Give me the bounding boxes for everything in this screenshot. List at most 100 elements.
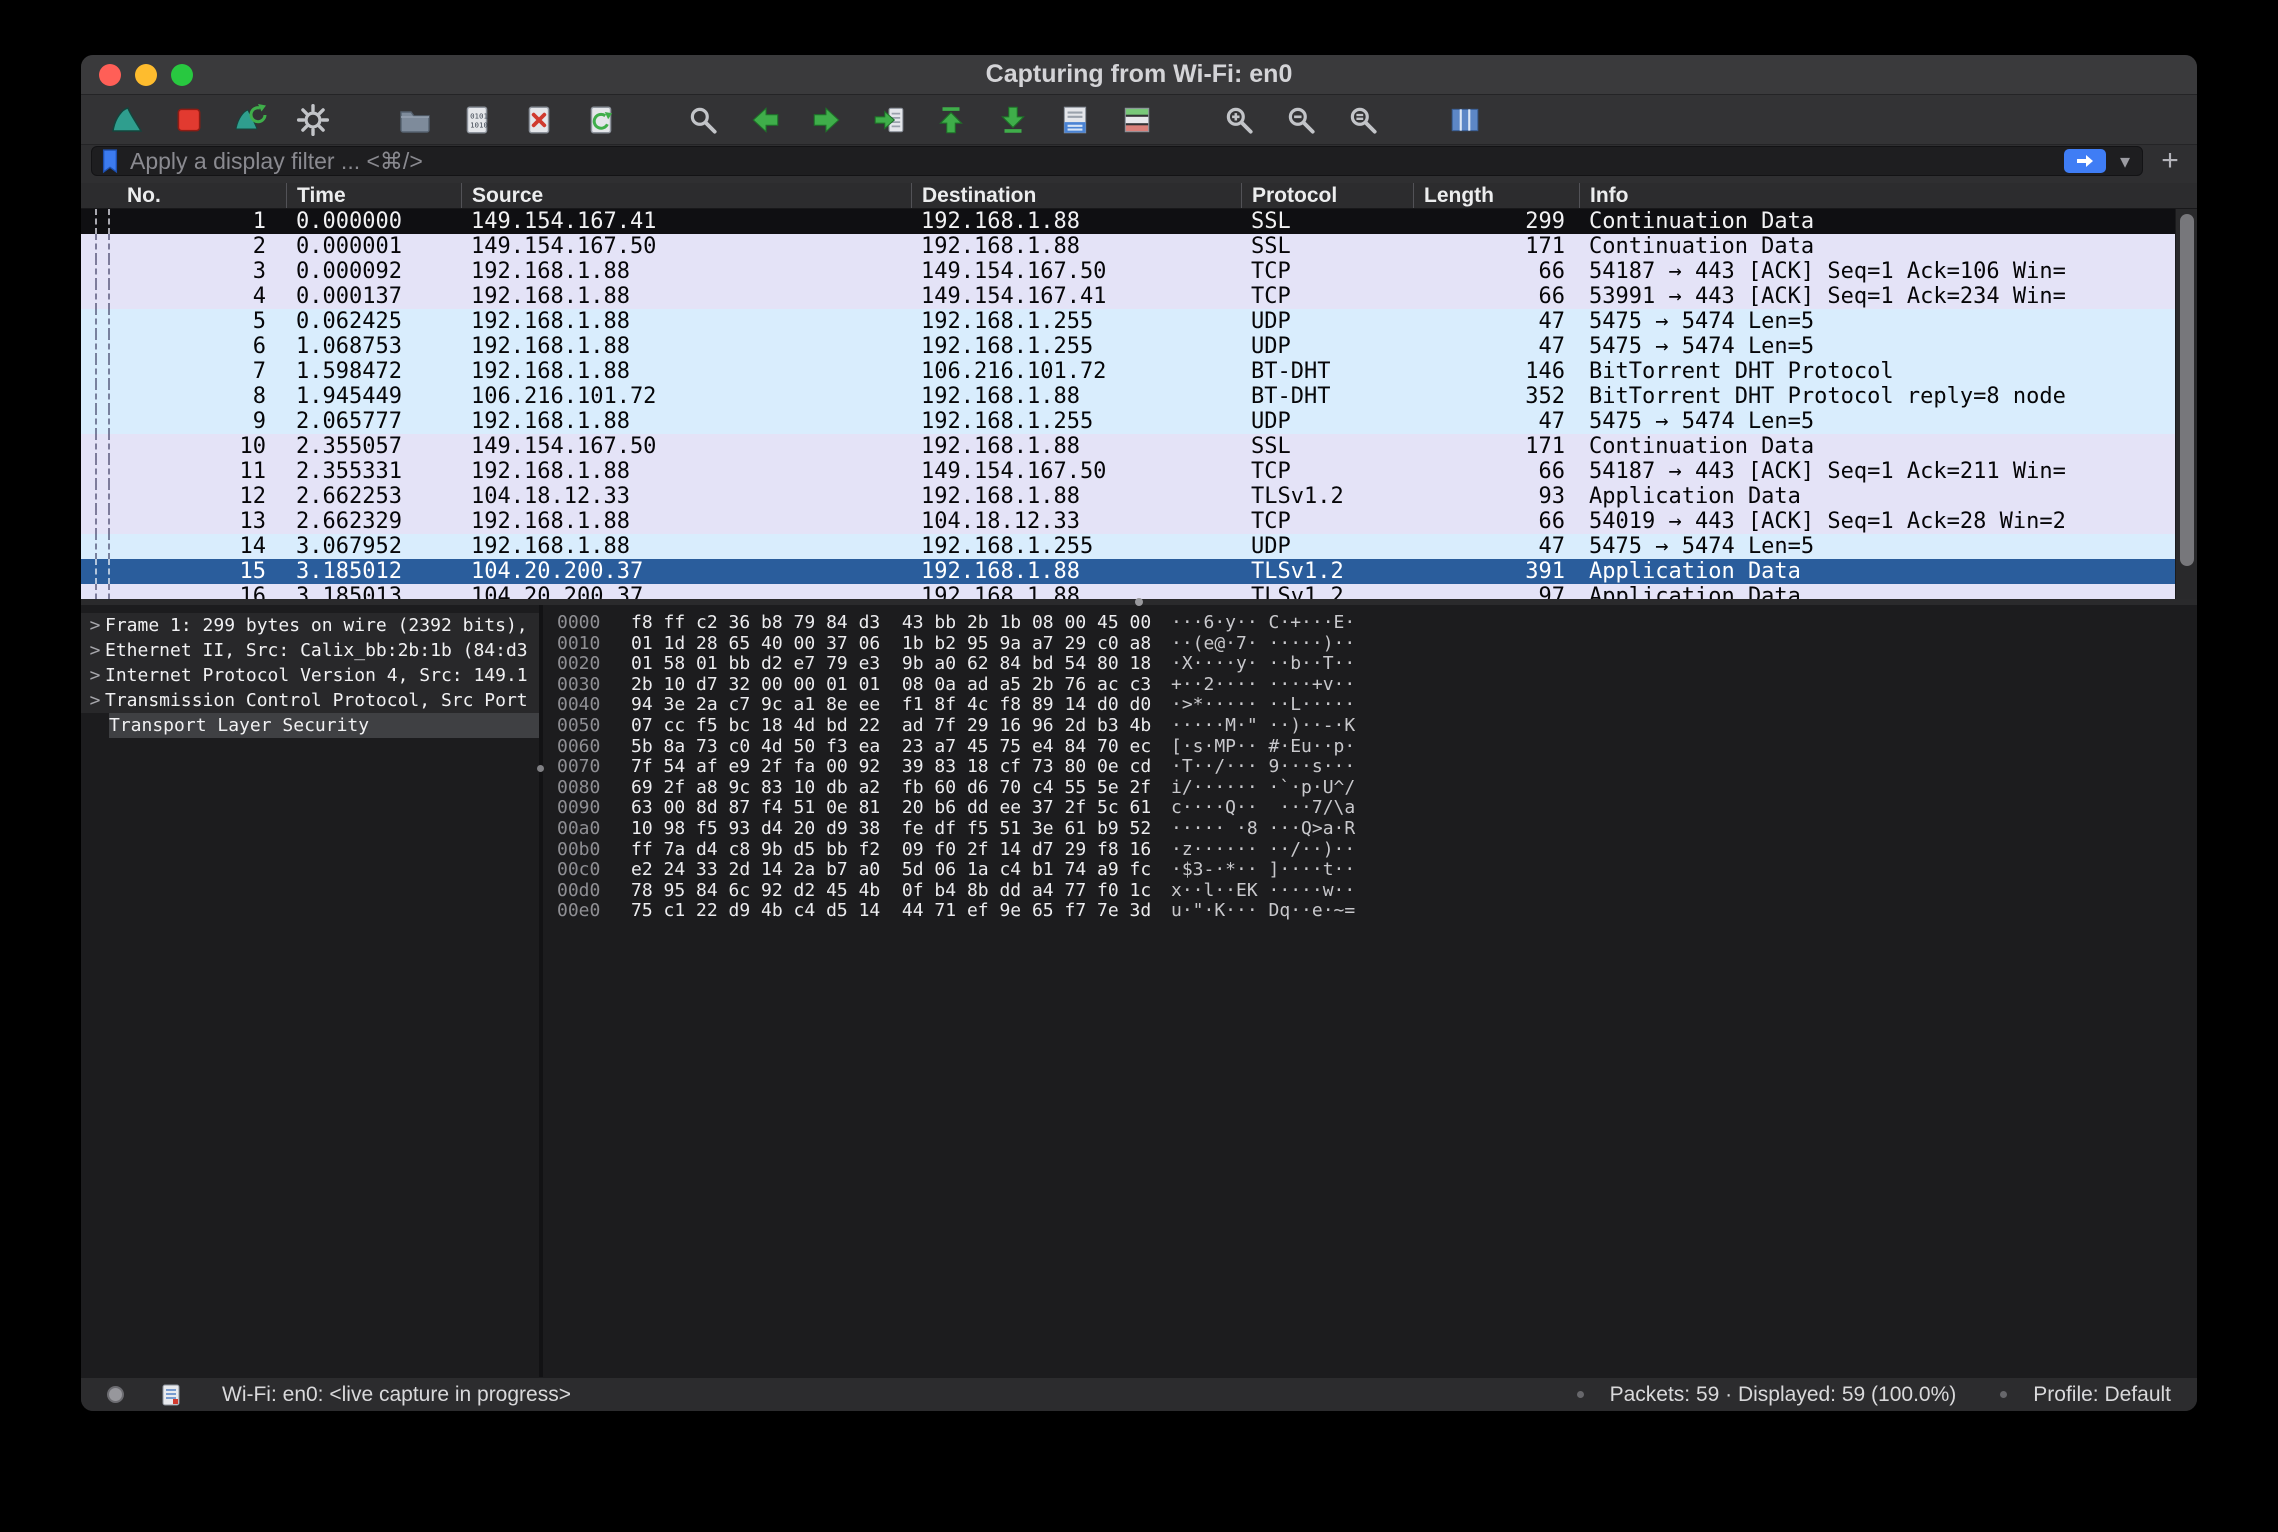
packet-row[interactable]: 1 0.000000 149.154.167.41 192.168.1.88 S… bbox=[81, 209, 2197, 234]
open-file-button[interactable] bbox=[391, 98, 439, 142]
column-header-info[interactable]: Info bbox=[1579, 183, 2197, 208]
reload-file-button[interactable] bbox=[577, 98, 625, 142]
hex-row[interactable]: 0070 7f 54 af e9 2f fa 00 92 39 83 18 cf… bbox=[557, 757, 2197, 778]
splitter-grip[interactable] bbox=[537, 765, 544, 772]
scrollbar-thumb[interactable] bbox=[2180, 214, 2194, 566]
apply-filter-button[interactable] bbox=[2064, 149, 2106, 173]
packet-row[interactable]: 13 2.662329 192.168.1.88 104.18.12.33 TC… bbox=[81, 509, 2197, 534]
zoom-in-button[interactable] bbox=[1215, 98, 1263, 142]
packet-time: 2.355331 bbox=[286, 459, 461, 484]
close-window-button[interactable] bbox=[99, 64, 121, 86]
hex-row[interactable]: 00a0 10 98 f5 93 d4 20 d9 38 fe df f5 51… bbox=[557, 819, 2197, 840]
go-back-button[interactable] bbox=[741, 98, 789, 142]
column-header-no[interactable]: No. bbox=[81, 183, 286, 208]
column-header-destination[interactable]: Destination bbox=[911, 183, 1241, 208]
expander-icon[interactable]: > bbox=[81, 663, 105, 688]
pane-splitter-vertical[interactable] bbox=[539, 605, 543, 1377]
zoom-reset-button[interactable] bbox=[1339, 98, 1387, 142]
packet-row[interactable]: 10 2.355057 149.154.167.50 192.168.1.88 … bbox=[81, 434, 2197, 459]
packet-time: 3.185012 bbox=[286, 559, 461, 584]
hex-row[interactable]: 0090 63 00 8d 87 f4 51 0e 81 20 b6 dd ee… bbox=[557, 798, 2197, 819]
hex-row[interactable]: 00c0 e2 24 33 2d 14 2a b7 a0 5d 06 1a c4… bbox=[557, 860, 2197, 881]
go-last-packet-button[interactable] bbox=[989, 98, 1037, 142]
column-header-length[interactable]: Length bbox=[1413, 183, 1579, 208]
packet-row[interactable]: 7 1.598472 192.168.1.88 106.216.101.72 B… bbox=[81, 359, 2197, 384]
column-header-source[interactable]: Source bbox=[461, 183, 911, 208]
hex-row[interactable]: 0060 5b 8a 73 c0 4d 50 f3 ea 23 a7 45 75… bbox=[557, 737, 2197, 758]
stop-capture-button[interactable] bbox=[165, 98, 213, 142]
titlebar[interactable]: Capturing from Wi-Fi: en0 bbox=[81, 55, 2197, 95]
minimize-window-button[interactable] bbox=[135, 64, 157, 86]
packet-list-scrollbar[interactable] bbox=[2175, 209, 2197, 599]
packet-row[interactable]: 8 1.945449 106.216.101.72 192.168.1.88 B… bbox=[81, 384, 2197, 409]
hex-bytes: f8 ff c2 36 b8 79 84 d3 43 bb 2b 1b 08 0… bbox=[631, 613, 1171, 634]
packet-row[interactable]: 2 0.000001 149.154.167.50 192.168.1.88 S… bbox=[81, 234, 2197, 259]
expander-icon[interactable]: > bbox=[81, 613, 105, 638]
go-forward-button[interactable] bbox=[803, 98, 851, 142]
hex-bytes: 63 00 8d 87 f4 51 0e 81 20 b6 dd ee 37 2… bbox=[631, 798, 1171, 819]
start-capture-button[interactable] bbox=[103, 98, 151, 142]
restart-capture-button[interactable] bbox=[227, 98, 275, 142]
packet-row[interactable]: 4 0.000137 192.168.1.88 149.154.167.41 T… bbox=[81, 284, 2197, 309]
colorize-packets-button[interactable] bbox=[1113, 98, 1161, 142]
detail-row[interactable]: > Internet Protocol Version 4, Src: 149.… bbox=[81, 663, 539, 688]
packet-row[interactable]: 15 3.185012 104.20.200.37 192.168.1.88 T… bbox=[81, 559, 2197, 584]
hex-row[interactable]: 0000 f8 ff c2 36 b8 79 84 d3 43 bb 2b 1b… bbox=[557, 613, 2197, 634]
display-filter-input[interactable]: Apply a display filter ... <⌘/> ▾ bbox=[91, 146, 2143, 176]
capture-options-button[interactable] bbox=[289, 98, 337, 142]
packet-list-header: No. Time Source Destination Protocol Len… bbox=[81, 183, 2197, 209]
go-first-packet-button[interactable] bbox=[927, 98, 975, 142]
go-to-packet-button[interactable] bbox=[865, 98, 913, 142]
hex-row[interactable]: 00e0 75 c1 22 d9 4b c4 d5 14 44 71 ef 9e… bbox=[557, 901, 2197, 922]
hex-row[interactable]: 00b0 ff 7a d4 c8 9b d5 bb f2 09 f0 2f 14… bbox=[557, 840, 2197, 861]
detail-row[interactable]: Transport Layer Security bbox=[109, 713, 539, 738]
column-header-protocol[interactable]: Protocol bbox=[1241, 183, 1413, 208]
packet-protocol: UDP bbox=[1241, 334, 1413, 359]
packet-source: 106.216.101.72 bbox=[461, 384, 911, 409]
hex-row[interactable]: 0010 01 1d 28 65 40 00 37 06 1b b2 95 9a… bbox=[557, 634, 2197, 655]
expert-info-icon[interactable] bbox=[107, 1386, 124, 1403]
detail-row[interactable]: > Frame 1: 299 bytes on wire (2392 bits)… bbox=[81, 613, 539, 638]
hex-row[interactable]: 0080 69 2f a8 9c 83 10 db a2 fb 60 d6 70… bbox=[557, 778, 2197, 799]
expander-icon[interactable]: > bbox=[81, 688, 105, 713]
packet-info: 54019 → 443 [ACK] Seq=1 Ack=28 Win=2 bbox=[1579, 509, 2197, 534]
packet-row[interactable]: 9 2.065777 192.168.1.88 192.168.1.255 UD… bbox=[81, 409, 2197, 434]
bookmark-icon[interactable] bbox=[100, 148, 120, 174]
hex-row[interactable]: 0050 07 cc f5 bc 18 4d bd 22 ad 7f 29 16… bbox=[557, 716, 2197, 737]
packet-row[interactable]: 3 0.000092 192.168.1.88 149.154.167.50 T… bbox=[81, 259, 2197, 284]
packet-length: 299 bbox=[1413, 209, 1579, 234]
auto-scroll-button[interactable] bbox=[1051, 98, 1099, 142]
splitter-grip[interactable] bbox=[1135, 598, 1143, 606]
profile-text[interactable]: Profile: Default bbox=[2033, 1383, 2171, 1407]
packet-destination: 104.18.12.33 bbox=[911, 509, 1241, 534]
expander-icon[interactable]: > bbox=[81, 638, 105, 663]
packet-protocol: UDP bbox=[1241, 409, 1413, 434]
zoom-out-button[interactable] bbox=[1277, 98, 1325, 142]
column-header-time[interactable]: Time bbox=[286, 183, 461, 208]
packet-row[interactable]: 11 2.355331 192.168.1.88 149.154.167.50 … bbox=[81, 459, 2197, 484]
packet-details: > Frame 1: 299 bytes on wire (2392 bits)… bbox=[81, 605, 539, 1377]
pane-splitter-horizontal[interactable] bbox=[81, 599, 2197, 605]
detail-row[interactable]: > Ethernet II, Src: Calix_bb:2b:1b (84:d… bbox=[81, 638, 539, 663]
zoom-window-button[interactable] bbox=[171, 64, 193, 86]
resize-columns-button[interactable] bbox=[1441, 98, 1489, 142]
hex-row[interactable]: 0030 2b 10 d7 32 00 00 01 01 08 0a ad a5… bbox=[557, 675, 2197, 696]
packet-row[interactable]: 12 2.662253 104.18.12.33 192.168.1.88 TL… bbox=[81, 484, 2197, 509]
packet-row[interactable]: 6 1.068753 192.168.1.88 192.168.1.255 UD… bbox=[81, 334, 2197, 359]
hex-row[interactable]: 0020 01 58 01 bb d2 e7 79 e3 9b a0 62 84… bbox=[557, 654, 2197, 675]
packet-row[interactable]: 5 0.062425 192.168.1.88 192.168.1.255 UD… bbox=[81, 309, 2197, 334]
detail-row[interactable]: > Transmission Control Protocol, Src Por… bbox=[81, 688, 539, 713]
find-packet-button[interactable] bbox=[679, 98, 727, 142]
main-toolbar: 0101 1010 bbox=[81, 95, 2197, 145]
hex-row[interactable]: 00d0 78 95 84 6c 92 d2 45 4b 0f b4 8b dd… bbox=[557, 881, 2197, 902]
filter-dropdown-chevron[interactable]: ▾ bbox=[2116, 149, 2134, 174]
packet-source: 149.154.167.50 bbox=[461, 234, 911, 259]
close-file-button[interactable] bbox=[515, 98, 563, 142]
add-filter-button[interactable]: + bbox=[2153, 146, 2187, 176]
packet-row[interactable]: 16 3.185013 104.20.200.37 192.168.1.88 T… bbox=[81, 584, 2197, 599]
hex-bytes: 2b 10 d7 32 00 00 01 01 08 0a ad a5 2b 7… bbox=[631, 675, 1171, 696]
capture-file-properties-icon[interactable] bbox=[162, 1384, 180, 1406]
save-file-button[interactable]: 0101 1010 bbox=[453, 98, 501, 142]
hex-row[interactable]: 0040 94 3e 2a c7 9c a1 8e ee f1 8f 4c f8… bbox=[557, 695, 2197, 716]
packet-row[interactable]: 14 3.067952 192.168.1.88 192.168.1.255 U… bbox=[81, 534, 2197, 559]
